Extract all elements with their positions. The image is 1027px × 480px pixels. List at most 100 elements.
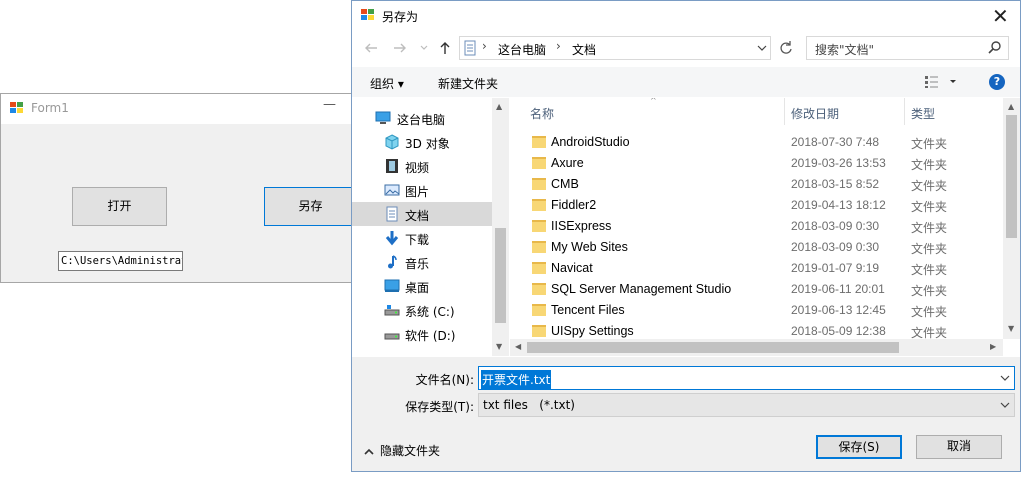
file-row[interactable]: Navicat 2019-01-07 9:19 文件夹: [510, 258, 1000, 279]
scroll-down-icon[interactable]: ▼: [496, 342, 502, 351]
tree-item-this-pc[interactable]: 这台电脑: [352, 106, 492, 130]
file-name: Tencent Files: [551, 303, 625, 317]
file-type: 文件夹: [911, 158, 948, 172]
file-date: 2019-01-07 9:19: [791, 261, 880, 275]
folder-icon: [532, 220, 546, 232]
dialog-title: 另存为: [382, 10, 419, 24]
back-arrow-icon[interactable]: [364, 41, 378, 55]
breadcrumb-documents[interactable]: 文档: [572, 41, 596, 58]
minimize-button[interactable]: —: [323, 97, 336, 112]
horizontal-scrollbar-thumb[interactable]: [527, 342, 899, 353]
tree-label: 软件 (D:): [405, 329, 456, 343]
tree-item-documents[interactable]: 文档: [352, 202, 492, 226]
file-name: Axure: [551, 156, 584, 170]
organize-menu[interactable]: 组织 ▾: [370, 75, 404, 92]
navigation-pane: 这台电脑 3D 对象 视频 图片 文档 下载 音乐 桌面 系统 (C:) 软件 …: [352, 98, 509, 356]
filetype-select[interactable]: txt files (*.txt): [478, 393, 1015, 417]
hide-folders-toggle[interactable]: 隐藏文件夹: [364, 442, 440, 459]
column-header-type[interactable]: 类型: [911, 98, 935, 125]
folder-icon: [532, 157, 546, 169]
tree-item-desktop[interactable]: 桌面: [352, 274, 492, 298]
folder-icon: [532, 262, 546, 274]
save-as-button[interactable]: 另存: [264, 187, 356, 226]
save-options-panel: 文件名(N): 开票文件.txt 保存类型(T): txt files (*.t…: [352, 357, 1020, 471]
search-input[interactable]: 搜索"文档": [806, 36, 1009, 60]
file-name: SQL Server Management Studio: [551, 282, 732, 296]
pictures-icon: [384, 184, 400, 196]
tree-item-drive-c[interactable]: 系统 (C:): [352, 298, 492, 322]
scroll-up-icon[interactable]: ▲: [1008, 102, 1014, 111]
column-header-name[interactable]: 名称: [530, 98, 554, 125]
filetype-value: txt files (*.txt): [483, 398, 575, 412]
tree-scrollbar-thumb[interactable]: [495, 228, 506, 323]
forward-arrow-icon[interactable]: [393, 41, 407, 55]
refresh-icon[interactable]: [775, 36, 797, 60]
file-list: ^ 名称 修改日期 类型 AndroidStudio 2018-07-30 7:4…: [510, 98, 1020, 356]
file-type: 文件夹: [911, 242, 948, 256]
file-name: AndroidStudio: [551, 135, 630, 149]
recent-chevron-down-icon[interactable]: [420, 45, 428, 51]
file-date: 2018-03-09 0:30: [791, 240, 880, 254]
scroll-up-icon[interactable]: ▲: [496, 102, 502, 111]
music-icon: [388, 255, 397, 269]
address-bar[interactable]: › 这台电脑 › 文档: [459, 36, 771, 60]
file-row[interactable]: IISExpress 2018-03-09 0:30 文件夹: [510, 216, 1000, 237]
new-folder-button[interactable]: 新建文件夹: [438, 75, 498, 92]
tree-label: 这台电脑: [397, 113, 446, 127]
filename-chevron-down-icon[interactable]: [1000, 371, 1010, 385]
tree-item-video[interactable]: 视频: [352, 154, 492, 178]
file-row[interactable]: Tencent Files 2019-06-13 12:45 文件夹: [510, 300, 1000, 321]
desktop-icon: [384, 279, 400, 292]
tree-label: 音乐: [405, 257, 430, 271]
tree-label: 3D 对象: [405, 137, 450, 151]
file-date: 2018-03-15 8:52: [791, 177, 880, 191]
tree-item-downloads[interactable]: 下载: [352, 226, 492, 250]
tree-label: 视频: [405, 161, 430, 175]
up-arrow-icon[interactable]: [438, 41, 452, 55]
column-divider[interactable]: [904, 98, 905, 125]
scroll-left-icon[interactable]: ◀: [515, 342, 521, 351]
dialog-titlebar[interactable]: 另存为 ✕: [352, 1, 1020, 32]
file-row[interactable]: CMB 2018-03-15 8:52 文件夹: [510, 174, 1000, 195]
tree-label: 系统 (C:): [405, 305, 455, 319]
file-row[interactable]: SQL Server Management Studio 2019-06-11 2…: [510, 279, 1000, 300]
form1-titlebar[interactable]: Form1 —: [1, 94, 352, 124]
scroll-down-icon[interactable]: ▼: [1008, 324, 1014, 333]
filename-value: 开票文件.txt: [481, 370, 552, 389]
search-icon[interactable]: [988, 40, 1002, 56]
file-type: 文件夹: [911, 305, 948, 319]
file-name: CMB: [551, 177, 579, 191]
tree-item-3d-objects[interactable]: 3D 对象: [352, 130, 492, 154]
drive-icon: [384, 305, 400, 316]
file-row[interactable]: AndroidStudio 2018-07-30 7:48 文件夹: [510, 132, 1000, 153]
help-icon[interactable]: ?: [989, 74, 1005, 90]
file-type: 文件夹: [911, 200, 948, 214]
save-button[interactable]: 保存(S): [816, 435, 902, 459]
folder-icon: [532, 325, 546, 337]
file-date: 2018-03-09 0:30: [791, 219, 880, 233]
file-type: 文件夹: [911, 263, 948, 277]
cancel-button[interactable]: 取消: [916, 435, 1002, 459]
tree-item-pictures[interactable]: 图片: [352, 178, 492, 202]
breadcrumb-this-pc[interactable]: 这台电脑: [498, 41, 546, 58]
file-type: 文件夹: [911, 137, 948, 151]
tree-item-drive-d[interactable]: 软件 (D:): [352, 322, 492, 346]
scroll-right-icon[interactable]: ▶: [990, 342, 996, 351]
open-button[interactable]: 打开: [72, 187, 167, 226]
address-chevron-down-icon[interactable]: [757, 40, 767, 56]
filetype-chevron-down-icon[interactable]: [1000, 398, 1010, 412]
close-icon[interactable]: ✕: [992, 4, 1009, 28]
file-row[interactable]: Axure 2019-03-26 13:53 文件夹: [510, 153, 1000, 174]
video-icon: [386, 159, 398, 173]
filename-input[interactable]: 开票文件.txt: [478, 366, 1015, 390]
file-row[interactable]: Fiddler2 2019-04-13 18:12 文件夹: [510, 195, 1000, 216]
column-header-date[interactable]: 修改日期: [791, 98, 839, 125]
column-divider[interactable]: [784, 98, 785, 125]
tree-item-music[interactable]: 音乐: [352, 250, 492, 274]
path-textbox[interactable]: C:\Users\Administrat: [58, 251, 183, 271]
download-icon: [385, 231, 399, 246]
file-row[interactable]: My Web Sites 2018-03-09 0:30 文件夹: [510, 237, 1000, 258]
vertical-scrollbar-thumb[interactable]: [1006, 115, 1017, 238]
view-options-icon[interactable]: [924, 75, 960, 89]
file-date: 2019-03-26 13:53: [791, 156, 886, 170]
